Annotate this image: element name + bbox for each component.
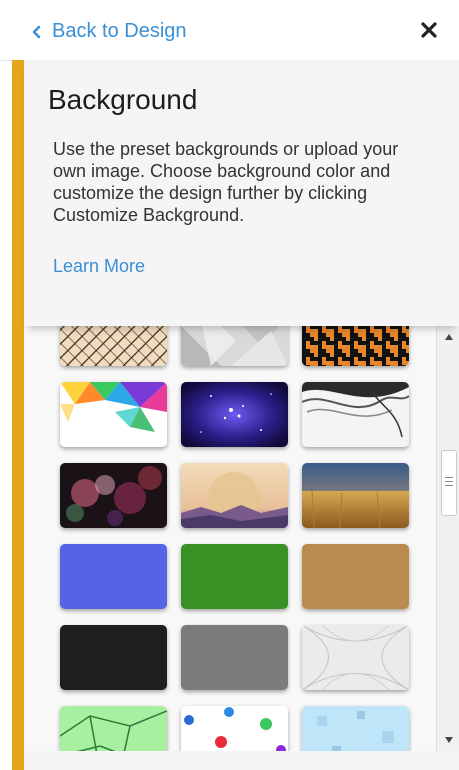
learn-more-link[interactable]: Learn More: [53, 256, 145, 277]
background-tile-black-texture[interactable]: [60, 625, 167, 690]
page-title: Background: [48, 84, 198, 115]
background-tile-light-blue-squares[interactable]: [302, 706, 409, 751]
background-tile-purple-galaxy[interactable]: [181, 382, 288, 447]
background-tile-monochrome-hair[interactable]: [302, 382, 409, 447]
background-tile-colorful-polygon[interactable]: [60, 382, 167, 447]
background-tile-green-geometric[interactable]: [60, 706, 167, 751]
background-tile-light-gray-lines[interactable]: [302, 625, 409, 690]
background-tile-orange-houndstooth[interactable]: [302, 326, 409, 366]
background-gallery: [24, 326, 436, 751]
background-tile-gray-geometric[interactable]: [181, 326, 288, 366]
back-to-design-link[interactable]: Back to Design: [30, 20, 187, 43]
background-tile-wheat-field[interactable]: [302, 463, 409, 528]
panel-description: Use the preset backgrounds or upload you…: [53, 139, 399, 225]
background-tile-crosshatch-wood[interactable]: [60, 326, 167, 366]
background-tile-sunset-sun[interactable]: [181, 463, 288, 528]
background-tile-gray-texture[interactable]: [181, 625, 288, 690]
panel-footer-strip: [24, 751, 459, 770]
close-icon[interactable]: [417, 18, 441, 42]
scroll-down-arrow-icon[interactable]: [444, 735, 454, 745]
panel-header: Background Use the preset backgrounds or…: [24, 60, 459, 326]
scroll-up-arrow-icon[interactable]: [444, 332, 454, 342]
scrollbar-thumb[interactable]: [441, 450, 457, 516]
background-tile-bokeh[interactable]: [60, 463, 167, 528]
background-tile-green-grass[interactable]: [181, 544, 288, 609]
background-tile-polka-dots[interactable]: [181, 706, 288, 751]
background-tile-brown-kraft[interactable]: [302, 544, 409, 609]
gallery-scrollbar[interactable]: [436, 326, 459, 751]
back-link-label: Back to Design: [52, 20, 187, 42]
top-bar: Back to Design: [0, 0, 459, 61]
accent-strip: [12, 60, 24, 770]
chevron-left-icon: [32, 25, 41, 38]
background-tile-blue-paper[interactable]: [60, 544, 167, 609]
